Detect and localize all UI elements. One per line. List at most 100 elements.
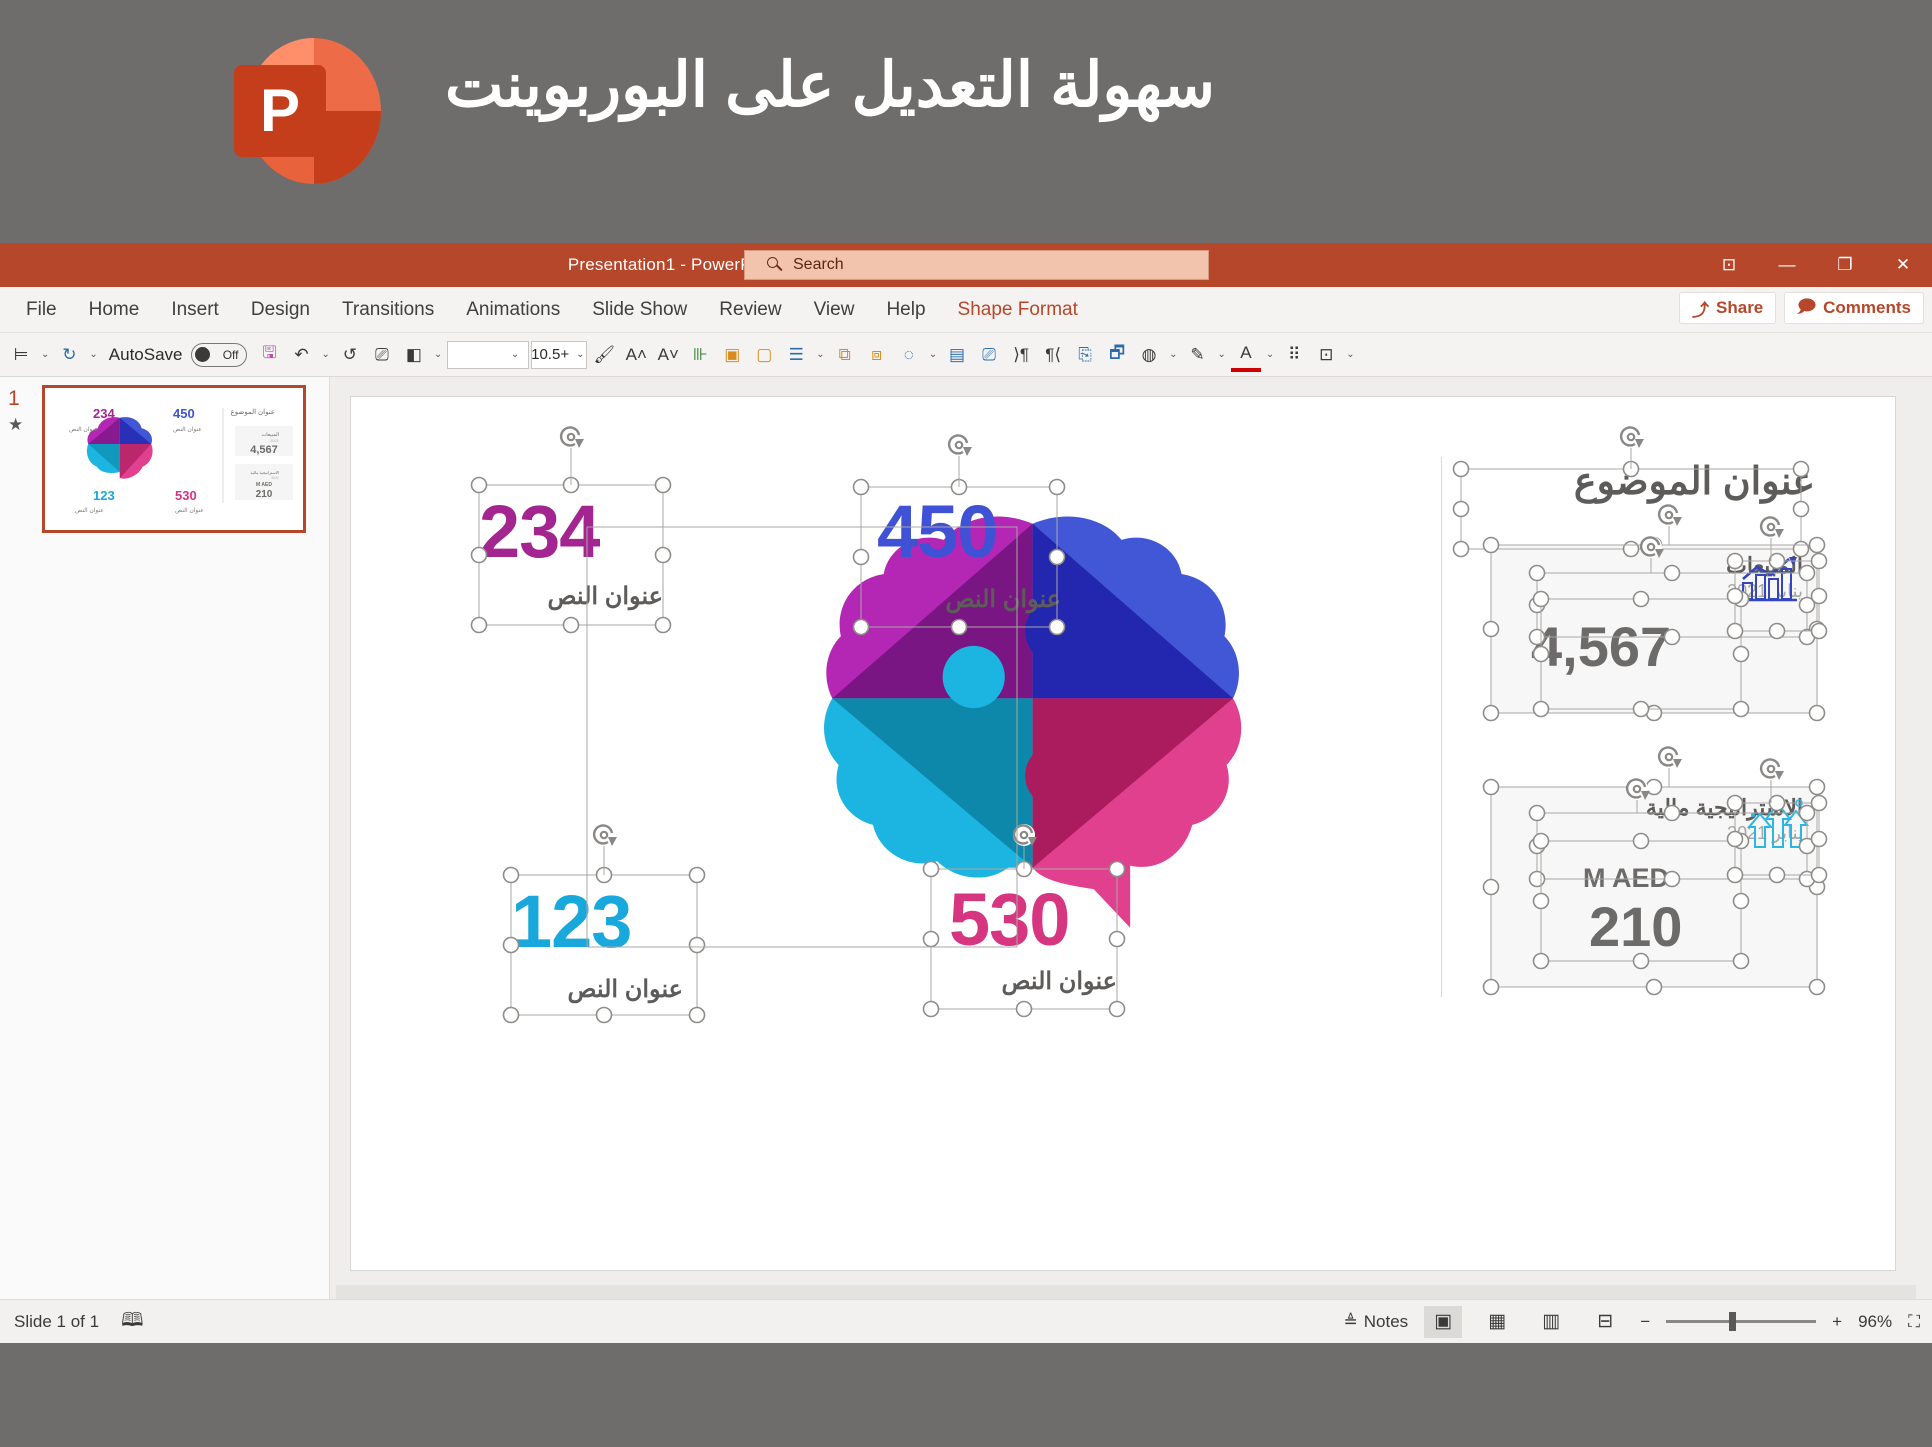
ribbon-display-options-button[interactable]: ⊡ [1700,243,1758,287]
tab-home[interactable]: Home [73,287,156,333]
fit-slide-button[interactable]: ⛶ [1908,1312,1920,1332]
slide-surface[interactable]: 234 عنوان النص 450 عنوان النص 123 عنوان … [351,397,1895,1270]
align-text-icon[interactable]: ⊪ [685,338,715,372]
font-color-icon[interactable]: A [1230,338,1261,372]
chevron-down-icon[interactable]: ⌄ [86,349,100,360]
shape-outline-icon[interactable]: ✎ [1182,338,1212,372]
tab-help[interactable]: Help [870,287,941,333]
shapes-icon[interactable]: ◌ [894,338,924,372]
stat-value-450[interactable]: 450 [877,495,998,569]
tab-review[interactable]: Review [703,287,797,333]
size-icon[interactable]: ⊡ [1311,338,1341,372]
chevron-down-icon[interactable]: ⌄ [1343,349,1357,360]
zoom-out-button[interactable]: − [1640,1312,1650,1332]
stat-label-3[interactable]: عنوان النص [931,967,1117,996]
bottom-strip [0,1343,1932,1447]
send-backward-icon[interactable]: ▢ [749,338,779,372]
maximize-button[interactable]: ❐ [1816,243,1874,287]
reading-view-button[interactable]: ▥ [1532,1306,1570,1338]
notes-button[interactable]: ≜ Notes [1344,1312,1409,1332]
normal-view-button[interactable]: ▣ [1424,1305,1463,1338]
right-panel-title[interactable]: عنوان الموضوع [1574,459,1815,504]
slide-thumbnail-1[interactable]: 234 عنوان النص 450 عنوان النص 123 عنوان … [42,385,306,533]
slide-indicator[interactable]: Slide 1 of 1 [14,1312,99,1332]
zoom-in-button[interactable]: + [1832,1312,1842,1332]
chevron-down-icon[interactable]: ⌄ [1166,349,1180,360]
rtl-paragraph-icon[interactable]: ⟩¶ [1006,338,1036,372]
align-icon[interactable]: ⊨ [6,338,36,372]
slide-show-view-button[interactable]: ⊟ [1586,1306,1624,1338]
slide-layout-icon[interactable]: ⎚ [974,338,1004,372]
stat-label-2[interactable]: عنوان النص [497,975,683,1004]
svg-text:123: 123 [93,488,115,503]
increase-font-icon[interactable]: A˄ [621,338,651,372]
selection-pane-icon[interactable]: 🗗 [1102,338,1132,372]
chevron-down-icon[interactable]: ⌄ [1214,349,1228,360]
text-box-icon[interactable]: ▤ [942,338,972,372]
stat-label-0[interactable]: عنوان النص [479,582,663,611]
font-size-combobox[interactable]: 10.5+ ⌄ [531,340,588,369]
format-painter-icon[interactable]: 🖌 [589,338,619,372]
svg-text:الاستراتيجية مالية: الاستراتيجية مالية [250,470,279,475]
bullets-icon[interactable]: ☰ [781,338,811,372]
close-button[interactable]: ✕ [1874,243,1932,287]
redo-arrow-icon[interactable]: ↻ [54,338,84,372]
undo-icon[interactable]: ↶ [287,338,317,372]
svg-text:450: 450 [173,406,195,421]
notes-label: Notes [1363,1311,1409,1331]
save-icon[interactable]: 🖫 [255,338,285,372]
chevron-down-icon[interactable]: ⌄ [319,349,333,360]
chevron-down-icon[interactable]: ⌄ [431,349,445,360]
horizontal-scrollbar[interactable] [336,1285,1916,1299]
document-title: Presentation1 - PowerPoint [567,255,780,274]
chevron-down-icon[interactable]: ⌄ [926,349,940,360]
chevron-down-icon[interactable]: ⌄ [1263,349,1277,360]
minimize-button[interactable]: — [1758,243,1816,287]
search-input[interactable]: Search [744,250,1209,280]
tab-animations[interactable]: Animations [450,287,576,333]
kpi-card-financial-strategy[interactable]: الاستراتيجية مالية يناير 2021 M AED 210 [1491,787,1817,987]
svg-text:M AED: M AED [256,482,272,488]
tab-shape-format[interactable]: Shape Format [942,287,1094,333]
tab-transitions[interactable]: Transitions [326,287,450,333]
tab-design[interactable]: Design [235,287,326,333]
stat-value-530[interactable]: 530 [949,883,1070,957]
promo-title: سهولة التعديل على البوربوينت [445,51,1215,120]
stat-value-234[interactable]: 234 [479,495,600,569]
group-icon[interactable]: ⧉ [830,338,860,372]
slide-sorter-view-button[interactable]: ▦ [1478,1306,1516,1338]
search-placeholder: Search [793,256,844,273]
ribbon-tabs: File Home Insert Design Transitions Animation… [0,287,1932,333]
chevron-down-icon[interactable]: ⌄ [38,349,52,360]
chevron-down-icon[interactable]: ⌄ [813,349,827,360]
kpi-card-sales[interactable]: المبيعات يناير 2021 4,567 [1491,545,1817,713]
tab-view[interactable]: View [798,287,871,333]
repeat-icon[interactable]: ↺ [335,338,365,372]
ungroup-icon[interactable]: ⧈ [862,338,892,372]
vertical-scrollbar[interactable] [1918,377,1932,1281]
ltr-paragraph-icon[interactable]: ¶⟨ [1038,338,1068,372]
tab-insert[interactable]: Insert [155,287,235,333]
theme-colors-icon[interactable]: ◧ [399,338,429,372]
decrease-font-icon[interactable]: A˅ [653,338,683,372]
reset-slide-icon[interactable]: ⎘ [1070,338,1100,372]
font-name-combobox[interactable]: ⌄ [447,340,530,369]
start-slideshow-icon[interactable]: ⎚ [367,338,397,372]
tab-slide-show[interactable]: Slide Show [576,287,703,333]
stat-label-1[interactable]: عنوان النص [861,585,1061,614]
chevron-down-icon: ⌄ [510,349,520,360]
autosave-control[interactable]: AutoSave Off [103,342,253,367]
share-button[interactable]: ⤴ Share [1679,292,1777,324]
shape-fill-icon[interactable]: ◍ [1134,338,1164,372]
up-arrows-icon [1746,797,1809,848]
accessibility-checker-icon[interactable]: 🕮 [121,1306,143,1338]
tab-file[interactable]: File [10,287,73,333]
svg-text:عنوان النص: عنوان النص [173,426,202,433]
align-objects-icon[interactable]: ⠿ [1279,338,1309,372]
zoom-slider[interactable] [1666,1312,1817,1331]
bring-forward-icon[interactable]: ▣ [717,338,747,372]
stat-value-123[interactable]: 123 [511,885,632,959]
comments-button[interactable]: 🗩 Comments [1784,292,1924,324]
svg-text:عنوان النص: عنوان النص [175,507,204,514]
autosave-toggle[interactable]: Off [190,342,247,367]
